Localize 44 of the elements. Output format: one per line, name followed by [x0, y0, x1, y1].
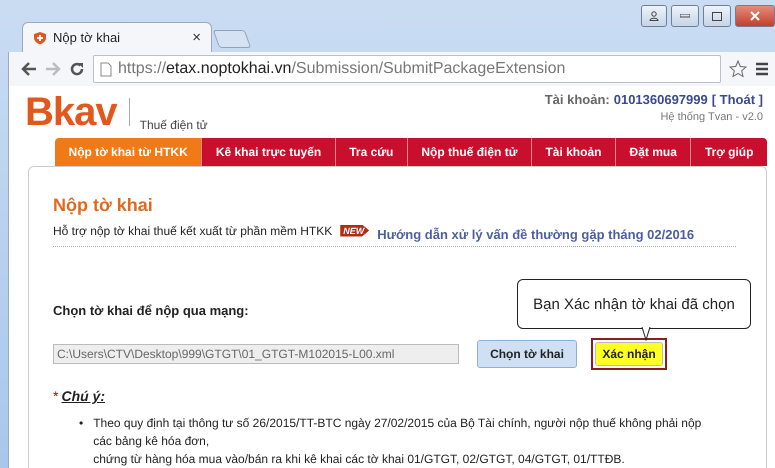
- page-subtitle: Hỗ trợ nộp tờ khai thuế kết xuất từ phần mềm HTKK: [53, 224, 332, 238]
- star-icon[interactable]: [729, 60, 747, 78]
- maximize-button[interactable]: [703, 5, 731, 27]
- reload-icon[interactable]: [69, 61, 85, 77]
- site-subtitle: Thuế điện tử: [140, 118, 208, 132]
- menu-icon[interactable]: [755, 62, 769, 76]
- nav-tab[interactable]: Trợ giúp: [691, 138, 767, 166]
- nav-tab[interactable]: Nộp thuế điện tử: [408, 138, 532, 166]
- tab-title: Nộp tờ khai: [53, 30, 122, 45]
- note-title: Chú ý:: [61, 388, 106, 404]
- form-label: Chọn tờ khai để nộp qua mạng:: [53, 303, 249, 318]
- callout: Bạn Xác nhận tờ khai đã chọn: [517, 279, 751, 329]
- close-button[interactable]: [735, 5, 775, 27]
- person-icon: [649, 11, 659, 21]
- back-icon[interactable]: [21, 62, 37, 76]
- new-badge: NEW: [340, 224, 370, 236]
- logout-link[interactable]: [ Thoát ]: [712, 92, 763, 107]
- close-icon: [750, 11, 760, 21]
- shield-icon: [33, 30, 47, 44]
- nav-tab[interactable]: Tra cứu: [336, 138, 408, 166]
- choose-button[interactable]: Chọn tờ khai: [477, 340, 577, 368]
- page-title: Nộp tờ khai: [53, 195, 154, 216]
- page-icon: [100, 62, 112, 76]
- account-number: 0101360697999: [614, 92, 708, 107]
- callout-pointer: [641, 327, 651, 341]
- account-label: Tài khoản:: [544, 92, 610, 107]
- user-button[interactable]: [641, 5, 667, 27]
- file-path-field[interactable]: C:\Users\CTV\Desktop\999\GTGT\01_GTGT-M102015-L00.xml: [53, 344, 459, 364]
- minimize-icon: [680, 14, 690, 18]
- system-version: Hệ thống Tvan - v2.0: [660, 111, 763, 123]
- bullet: •: [79, 415, 84, 432]
- confirm-button[interactable]: Xác nhận: [595, 342, 663, 366]
- guide-link[interactable]: Hướng dẫn xử lý vấn đề thường gặp tháng 02/2016: [377, 227, 694, 242]
- minimize-button[interactable]: [671, 5, 699, 27]
- required-mark: *: [53, 388, 58, 404]
- tab-close-button[interactable]: ×: [192, 29, 201, 46]
- nav-tab[interactable]: Kê khai trực tuyến: [202, 138, 336, 166]
- browser-tab[interactable]: Nộp tờ khai ×: [22, 22, 212, 52]
- address-field[interactable]: https://etax.noptokhai.vn/Submission/SubmitPackageExtension: [93, 55, 721, 83]
- note-text: Theo quy định tại thông tư số 26/2015/TT-BTC ngày 27/02/2015 của Bộ Tài chính, người nộp thuế không phải nộp các bảng kê hóa đơn, chứng từ hàng hóa mua vào/bán ra khi kê khai các tờ khai 01/GTGT, 02/GTGT, 04/GTGT, 01/TTĐB.: [93, 415, 702, 468]
- logo: Bkav: [25, 92, 117, 132]
- maximize-icon: [712, 12, 722, 20]
- nav-tab[interactable]: Đặt mua: [616, 138, 692, 166]
- nav-tab[interactable]: Tài khoản: [532, 138, 616, 166]
